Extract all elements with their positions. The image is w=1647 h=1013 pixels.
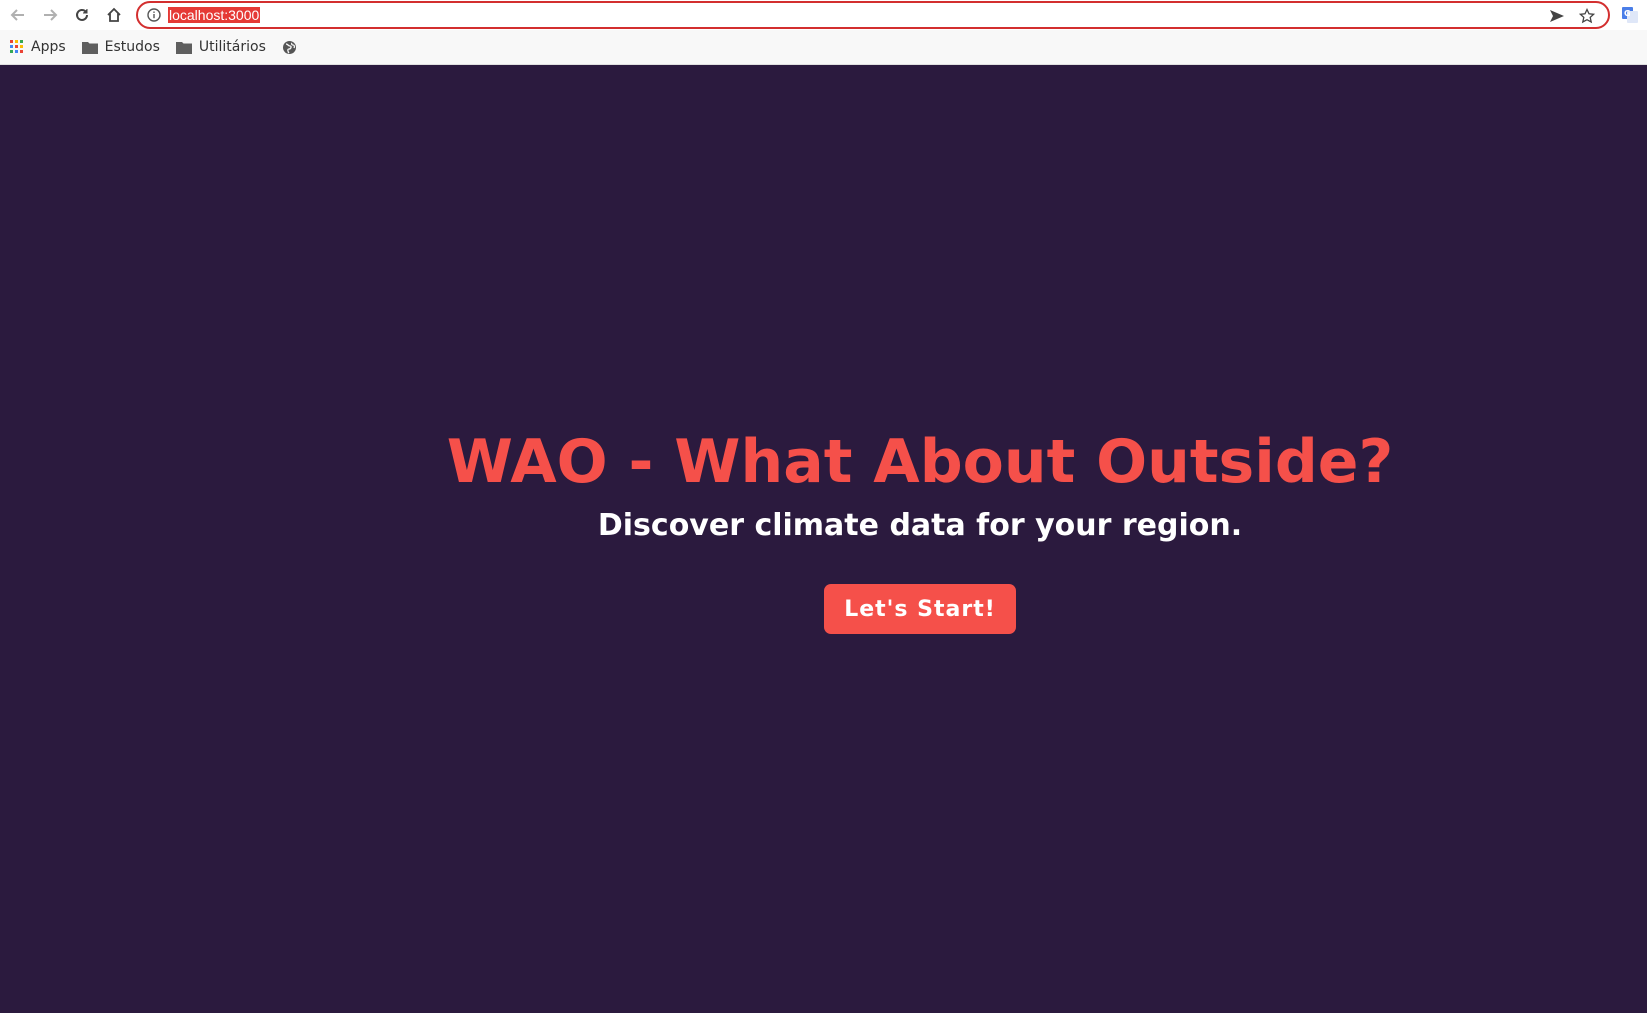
url-text[interactable]: localhost:3000 — [168, 7, 261, 23]
info-icon[interactable] — [146, 7, 162, 23]
reload-button[interactable] — [66, 1, 98, 29]
arrow-left-icon — [10, 9, 24, 21]
bookmarks-bar: Apps Estudos Utilitários — [0, 30, 1647, 65]
globe-icon — [282, 40, 297, 55]
browser-toolbar: localhost:3000 G — [0, 0, 1647, 30]
send-icon — [1550, 10, 1564, 22]
svg-text:G: G — [1624, 9, 1631, 18]
arrow-right-icon — [44, 9, 58, 21]
home-button[interactable] — [98, 1, 130, 29]
reload-icon — [76, 8, 88, 21]
bookmark-label: Estudos — [104, 39, 160, 55]
bookmark-globe[interactable] — [282, 34, 297, 60]
back-button[interactable] — [2, 1, 34, 29]
address-bar-actions — [1542, 6, 1602, 26]
hero-title: WAO - What About Outside? — [446, 427, 1394, 497]
bookmark-folder-utilitarios[interactable]: Utilitários — [175, 34, 266, 60]
bookmark-label: Utilitários — [198, 39, 266, 55]
hero-subtitle: Discover climate data for your region. — [597, 508, 1243, 543]
apps-grid-icon — [10, 40, 24, 54]
translate-icon[interactable]: G — [1620, 5, 1640, 25]
lets-start-button[interactable]: Let's Start! — [824, 584, 1016, 634]
home-icon — [107, 7, 121, 22]
folder-icon — [175, 41, 192, 54]
bookmark-apps[interactable]: Apps — [10, 34, 66, 60]
address-bar[interactable]: localhost:3000 — [136, 1, 1610, 29]
star-icon — [1579, 8, 1595, 24]
forward-button[interactable] — [34, 1, 66, 29]
bookmark-star-button[interactable] — [1572, 6, 1602, 26]
send-tab-button[interactable] — [1542, 6, 1572, 26]
hero-section: WAO - What About Outside? Discover clima… — [447, 424, 1393, 634]
bookmark-label: Apps — [31, 39, 66, 55]
landing-page: WAO - What About Outside? Discover clima… — [0, 66, 1647, 1013]
bookmark-folder-estudos[interactable]: Estudos — [81, 34, 160, 60]
folder-icon — [81, 41, 98, 54]
